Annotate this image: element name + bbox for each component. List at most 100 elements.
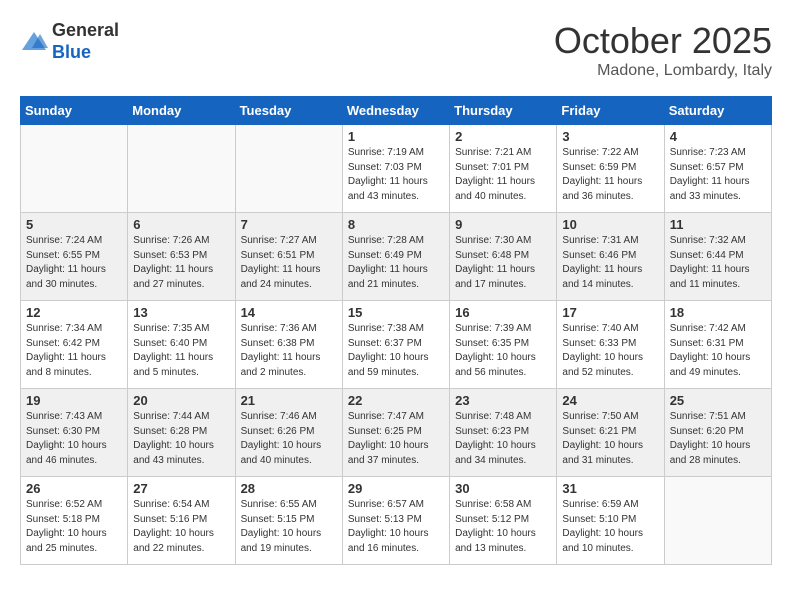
day-number: 13 (133, 305, 229, 320)
table-row: 31Sunrise: 6:59 AM Sunset: 5:10 PM Dayli… (557, 477, 664, 565)
table-row: 20 Sunrise: 7:44 AM Sunset: 6:28 PM Dayli… (128, 389, 235, 477)
day-number: 6 (133, 217, 229, 232)
table-row (664, 477, 771, 565)
day-info: Sunrise: 7:48 AM Sunset: 6:23 PM Dayligh… (455, 410, 551, 468)
table-row: 8 Sunrise: 7:28 AM Sunset: 6:49 PM Daylig… (342, 213, 449, 301)
day-info: Sunrise: 7:46 AM Sunset: 6:26 PM Dayligh… (241, 410, 337, 468)
day-info: Sunrise: 7:36 AM Sunset: 6:38 PM Dayligh… (241, 322, 337, 380)
day-info: Sunrise: 7:47 AM Sunset: 6:25 PM Dayligh… (348, 410, 444, 468)
day-number: 20 (133, 393, 229, 408)
table-row: 9 Sunrise: 7:30 AM Sunset: 6:48 PM Daylig… (450, 213, 557, 301)
calendar-header-row: Sunday Monday Tuesday Wednesday Thursday… (21, 97, 772, 125)
day-info: Sunrise: 7:50 AM Sunset: 6:21 PM Dayligh… (562, 410, 658, 468)
table-row: 19 Sunrise: 7:43 AM Sunset: 6:30 PM Dayli… (21, 389, 128, 477)
day-number: 17 (562, 305, 658, 320)
day-info: Sunrise: 7:31 AM Sunset: 6:46 PM Dayligh… (562, 234, 658, 292)
calendar-week-row: 1 Sunrise: 7:19 AM Sunset: 7:03 PM Daylig… (21, 125, 772, 213)
day-number: 28 (241, 481, 337, 496)
day-info: Sunrise: 7:35 AM Sunset: 6:40 PM Dayligh… (133, 322, 229, 380)
table-row: 26 Sunrise: 6:52 AM Sunset: 5:18 PM Dayli… (21, 477, 128, 565)
header-wednesday: Wednesday (342, 97, 449, 125)
header-tuesday: Tuesday (235, 97, 342, 125)
logo: General Blue (20, 20, 119, 63)
day-number: 27 (133, 481, 229, 496)
table-row (128, 125, 235, 213)
day-number: 22 (348, 393, 444, 408)
table-row: 24 Sunrise: 7:50 AM Sunset: 6:21 PM Dayli… (557, 389, 664, 477)
header-monday: Monday (128, 97, 235, 125)
logo-icon (20, 30, 48, 54)
day-number: 10 (562, 217, 658, 232)
table-row: 4 Sunrise: 7:23 AM Sunset: 6:57 PM Daylig… (664, 125, 771, 213)
logo-blue-text: Blue (52, 42, 119, 64)
day-info: Sunrise: 7:44 AM Sunset: 6:28 PM Dayligh… (133, 410, 229, 468)
day-number: 18 (670, 305, 766, 320)
table-row: 11 Sunrise: 7:32 AM Sunset: 6:44 PM Dayli… (664, 213, 771, 301)
day-info: Sunrise: 7:39 AM Sunset: 6:35 PM Dayligh… (455, 322, 551, 380)
table-row: 13 Sunrise: 7:35 AM Sunset: 6:40 PM Dayli… (128, 301, 235, 389)
calendar-week-row: 12 Sunrise: 7:34 AM Sunset: 6:42 PM Dayli… (21, 301, 772, 389)
day-number: 15 (348, 305, 444, 320)
table-row: 5 Sunrise: 7:24 AM Sunset: 6:55 PM Daylig… (21, 213, 128, 301)
day-number: 23 (455, 393, 551, 408)
day-number: 1 (348, 129, 444, 144)
header-sunday: Sunday (21, 97, 128, 125)
day-info: Sunrise: 7:43 AM Sunset: 6:30 PM Dayligh… (26, 410, 122, 468)
calendar-week-row: 26 Sunrise: 6:52 AM Sunset: 5:18 PM Dayli… (21, 477, 772, 565)
title-block: October 2025 Madone, Lombardy, Italy (554, 20, 772, 80)
day-number: 5 (26, 217, 122, 232)
header-thursday: Thursday (450, 97, 557, 125)
day-info: Sunrise: 7:30 AM Sunset: 6:48 PM Dayligh… (455, 234, 551, 292)
day-number: 25 (670, 393, 766, 408)
table-row: 10 Sunrise: 7:31 AM Sunset: 6:46 PM Dayli… (557, 213, 664, 301)
logo-text: General Blue (52, 20, 119, 63)
day-info: Sunrise: 6:54 AM Sunset: 5:16 PM Dayligh… (133, 498, 229, 556)
day-info: Sunrise: 7:42 AM Sunset: 6:31 PM Dayligh… (670, 322, 766, 380)
day-info: Sunrise: 7:34 AM Sunset: 6:42 PM Dayligh… (26, 322, 122, 380)
day-number: 9 (455, 217, 551, 232)
table-row: 3 Sunrise: 7:22 AM Sunset: 6:59 PM Daylig… (557, 125, 664, 213)
day-info: Sunrise: 7:38 AM Sunset: 6:37 PM Dayligh… (348, 322, 444, 380)
logo-general-text: General (52, 20, 119, 42)
day-number: 30 (455, 481, 551, 496)
day-info: Sunrise: 7:23 AM Sunset: 6:57 PM Dayligh… (670, 146, 766, 204)
calendar-table: Sunday Monday Tuesday Wednesday Thursday… (20, 96, 772, 565)
day-number: 4 (670, 129, 766, 144)
day-info: Sunrise: 6:57 AM Sunset: 5:13 PM Dayligh… (348, 498, 444, 556)
day-number: 26 (26, 481, 122, 496)
calendar-week-row: 5 Sunrise: 7:24 AM Sunset: 6:55 PM Daylig… (21, 213, 772, 301)
day-info: Sunrise: 7:27 AM Sunset: 6:51 PM Dayligh… (241, 234, 337, 292)
day-number: 16 (455, 305, 551, 320)
day-number: 8 (348, 217, 444, 232)
table-row: 28Sunrise: 6:55 AM Sunset: 5:15 PM Dayli… (235, 477, 342, 565)
day-info: Sunrise: 7:28 AM Sunset: 6:49 PM Dayligh… (348, 234, 444, 292)
day-info: Sunrise: 7:21 AM Sunset: 7:01 PM Dayligh… (455, 146, 551, 204)
table-row: 16 Sunrise: 7:39 AM Sunset: 6:35 PM Dayli… (450, 301, 557, 389)
table-row: 30Sunrise: 6:58 AM Sunset: 5:12 PM Dayli… (450, 477, 557, 565)
day-info: Sunrise: 7:24 AM Sunset: 6:55 PM Dayligh… (26, 234, 122, 292)
day-number: 11 (670, 217, 766, 232)
day-number: 12 (26, 305, 122, 320)
table-row: 18 Sunrise: 7:42 AM Sunset: 6:31 PM Dayli… (664, 301, 771, 389)
table-row: 22 Sunrise: 7:47 AM Sunset: 6:25 PM Dayli… (342, 389, 449, 477)
table-row (235, 125, 342, 213)
table-row: 7Sunrise: 7:27 AM Sunset: 6:51 PM Daylig… (235, 213, 342, 301)
day-number: 21 (241, 393, 337, 408)
table-row: 1 Sunrise: 7:19 AM Sunset: 7:03 PM Daylig… (342, 125, 449, 213)
table-row: 21 Sunrise: 7:46 AM Sunset: 6:26 PM Dayli… (235, 389, 342, 477)
day-info: Sunrise: 7:19 AM Sunset: 7:03 PM Dayligh… (348, 146, 444, 204)
day-info: Sunrise: 7:32 AM Sunset: 6:44 PM Dayligh… (670, 234, 766, 292)
table-row: 2Sunrise: 7:21 AM Sunset: 7:01 PM Daylig… (450, 125, 557, 213)
day-info: Sunrise: 7:22 AM Sunset: 6:59 PM Dayligh… (562, 146, 658, 204)
day-info: Sunrise: 7:26 AM Sunset: 6:53 PM Dayligh… (133, 234, 229, 292)
day-number: 29 (348, 481, 444, 496)
day-info: Sunrise: 6:59 AM Sunset: 5:10 PM Dayligh… (562, 498, 658, 556)
day-number: 3 (562, 129, 658, 144)
table-row: 12 Sunrise: 7:34 AM Sunset: 6:42 PM Dayli… (21, 301, 128, 389)
table-row: 14 Sunrise: 7:36 AM Sunset: 6:38 PM Dayli… (235, 301, 342, 389)
day-number: 24 (562, 393, 658, 408)
day-number: 19 (26, 393, 122, 408)
day-number: 14 (241, 305, 337, 320)
day-info: Sunrise: 6:52 AM Sunset: 5:18 PM Dayligh… (26, 498, 122, 556)
table-row (21, 125, 128, 213)
